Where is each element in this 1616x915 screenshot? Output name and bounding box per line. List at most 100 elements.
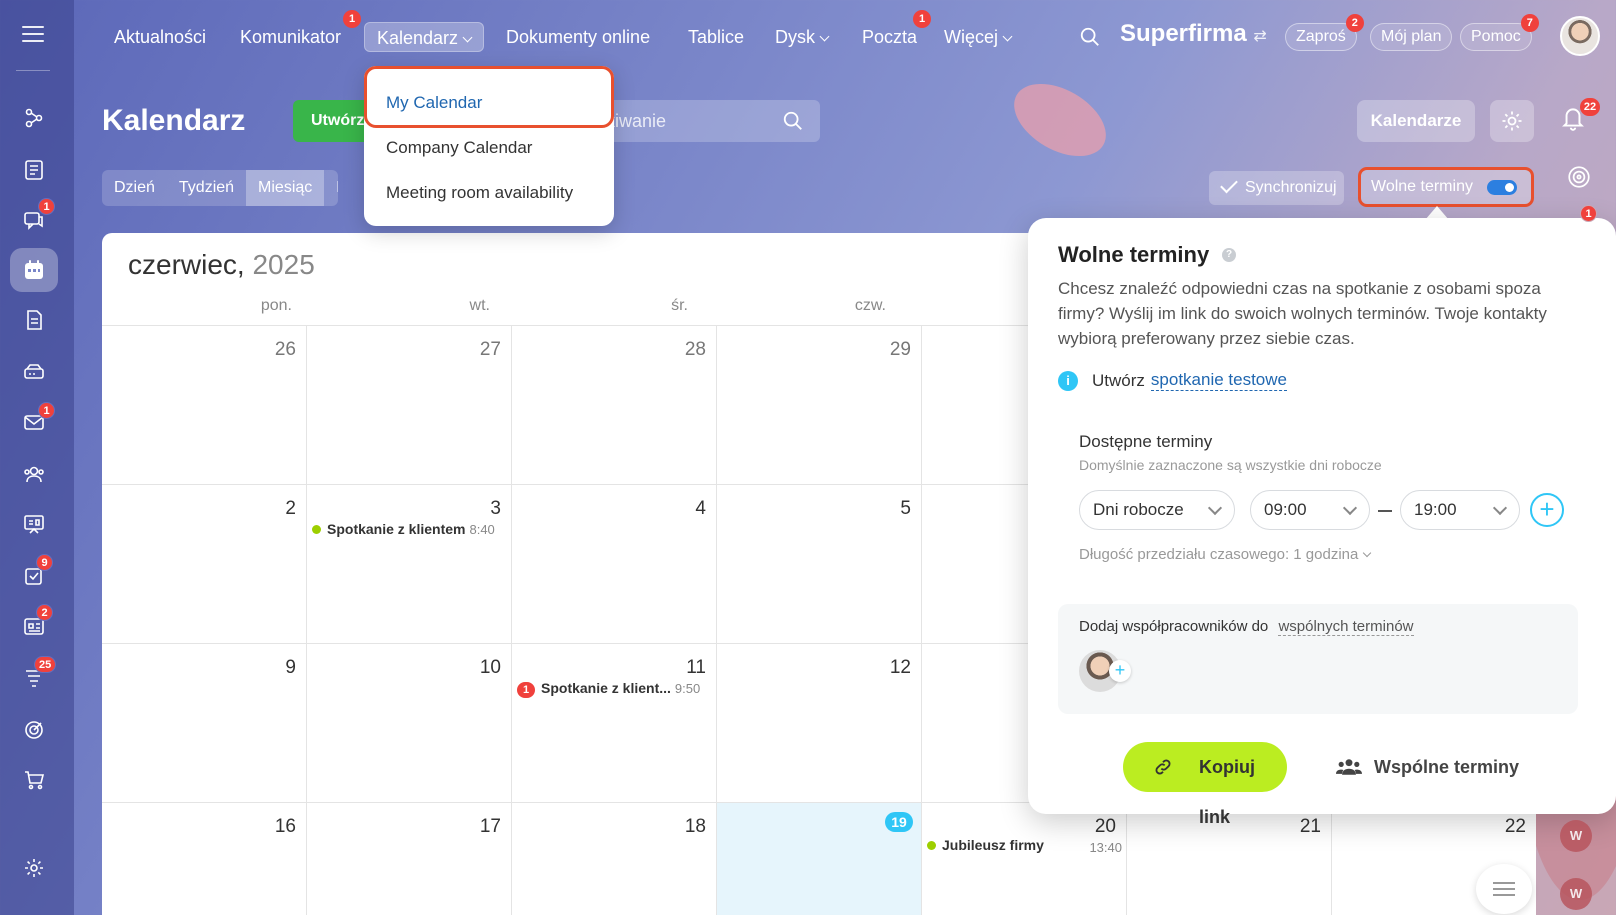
menu-item-my-calendar[interactable]: My Calendar [386, 93, 482, 113]
day-number[interactable]: 4 [666, 498, 706, 520]
list-line [1493, 888, 1515, 890]
crm-badge: 25 [34, 656, 57, 673]
day-number[interactable]: 3 [461, 498, 501, 520]
from-time-select[interactable]: 09:00 [1250, 490, 1370, 530]
to-time-select[interactable]: 19:00 [1400, 490, 1520, 530]
sidebar-item-settings[interactable] [10, 846, 58, 890]
create-button[interactable]: Utwórz [293, 100, 373, 142]
nav-aktualnosci[interactable]: Aktualności [102, 22, 218, 52]
nav-tablice[interactable]: Tablice [676, 22, 756, 52]
days-select[interactable]: Dni robocze [1079, 490, 1235, 530]
sidebar-item-shop[interactable] [10, 758, 58, 802]
day-number[interactable]: 20 [1076, 816, 1116, 838]
toggle-switch[interactable] [1487, 180, 1517, 195]
calendars-button[interactable]: Kalendarze [1357, 100, 1475, 142]
nav-dokumenty[interactable]: Dokumenty online [494, 22, 662, 52]
sidebar-item-goals[interactable] [10, 708, 58, 752]
sidebar-item-tasks[interactable]: 9 [10, 554, 58, 598]
search-input[interactable]: kiwanie [600, 100, 820, 142]
tab-day[interactable]: Dzień [102, 170, 167, 206]
range-separator [1378, 510, 1392, 512]
chat-bubble-avatar[interactable]: W [1560, 820, 1592, 852]
copy-link-button[interactable]: Kopiuj link [1123, 742, 1287, 827]
day-number[interactable]: 9 [256, 657, 296, 679]
sidebar-item-employees[interactable] [10, 452, 58, 496]
add-slot-button[interactable]: + [1530, 493, 1564, 527]
day-number[interactable]: 22 [1486, 816, 1526, 838]
info-prefix: Utwórz [1092, 370, 1145, 390]
chevron-down-icon [1002, 31, 1013, 42]
fingerprint-icon[interactable] [1566, 164, 1592, 190]
day-number[interactable]: 16 [256, 816, 296, 838]
chat-bubble-avatar[interactable]: W [1560, 878, 1592, 910]
sidebar-item-crm[interactable]: 25 [10, 656, 58, 700]
day-number[interactable]: 17 [461, 816, 501, 838]
my-plan-button[interactable]: Mój plan [1370, 23, 1453, 51]
sidebar-item-feed[interactable] [10, 148, 58, 192]
day-number[interactable]: 10 [461, 657, 501, 679]
sidebar-item-chat[interactable]: 1 [10, 198, 58, 242]
duration-select[interactable]: Długość przedziału czasowego: 1 godzina [1079, 546, 1372, 563]
day-number[interactable]: 5 [871, 498, 911, 520]
tab-month[interactable]: Miesiąc [246, 170, 325, 206]
nav-wiecej[interactable]: Więcej [932, 22, 1023, 52]
nav-kalendarz[interactable]: Kalendarz [364, 22, 485, 52]
menu-item-meeting-room[interactable]: Meeting room availability [386, 183, 573, 203]
calendar-icon [25, 260, 43, 279]
brand-title[interactable]: Superfirma ⇄ [1120, 20, 1267, 48]
day-number[interactable]: 11 [666, 657, 706, 679]
feed-icon [25, 160, 43, 180]
calendar-event[interactable]: 1 Spotkanie z klient... 9:50 [517, 680, 700, 698]
shared-slots-button[interactable]: Wspólne terminy [1336, 742, 1519, 792]
duration-label: Długość przedziału czasowego: 1 godzina [1079, 546, 1359, 563]
day-number[interactable]: 2 [256, 498, 296, 520]
day-number[interactable]: 26 [256, 339, 296, 361]
user-avatar[interactable] [1560, 16, 1600, 56]
day-number[interactable]: 21 [1281, 816, 1321, 838]
day-number[interactable]: 28 [666, 339, 706, 361]
sync-label: Synchronizuj [1245, 179, 1337, 196]
shared-slots-link[interactable]: wspólnych terminów [1278, 618, 1414, 636]
menu-item-company-calendar[interactable]: Company Calendar [386, 138, 532, 158]
link-icon [1155, 759, 1171, 775]
sync-button[interactable]: Synchronizuj [1209, 171, 1344, 205]
calendar-event[interactable]: Jubileusz firmy [927, 837, 1044, 853]
day-number[interactable]: 29 [871, 339, 911, 361]
sidebar-item-mail[interactable]: 1 [10, 400, 58, 444]
nav-label: Kalendarz [377, 28, 459, 48]
calendar-event[interactable]: Spotkanie z klientem 8:40 [312, 521, 495, 537]
cart-icon [25, 771, 45, 790]
help-button[interactable]: Pomoc 7 [1460, 14, 1539, 51]
sidebar-item-documents[interactable] [10, 298, 58, 342]
tab-schedule[interactable]: Har [324, 170, 338, 206]
list-button[interactable] [1476, 864, 1532, 914]
flow-icon [25, 108, 43, 128]
day-number[interactable]: 12 [871, 657, 911, 679]
help-label: Pomoc [1471, 28, 1521, 45]
day-number[interactable]: 18 [666, 816, 706, 838]
today-badge[interactable]: 19 [885, 812, 913, 832]
help-icon[interactable]: ? [1222, 248, 1236, 262]
sidebar-item-flow[interactable] [10, 96, 58, 140]
invite-button[interactable]: Zaproś 2 [1285, 14, 1364, 51]
sidebar-item-calendar[interactable] [10, 248, 58, 292]
settings-button[interactable] [1490, 100, 1534, 142]
add-colleague-button[interactable]: + [1109, 660, 1131, 682]
free-slots-toggle[interactable]: Wolne terminy [1358, 167, 1534, 207]
people-icon [24, 466, 44, 483]
search-icon[interactable] [1079, 26, 1101, 48]
day-number[interactable]: 27 [461, 339, 501, 361]
sidebar-item-drive[interactable] [10, 350, 58, 394]
chevron-down-icon [1363, 548, 1372, 558]
sidebar-item-news[interactable]: 2 [10, 604, 58, 648]
group-icon [1336, 759, 1362, 775]
tab-week[interactable]: Tydzień [167, 170, 246, 206]
nav-komunikator[interactable]: Komunikator 1 [228, 10, 362, 52]
nav-dysk[interactable]: Dysk [763, 22, 840, 52]
nav-label: Komunikator [240, 27, 342, 47]
menu-icon[interactable] [22, 26, 44, 47]
info-row: i Utwórz spotkanie testowe [1058, 370, 1287, 391]
sidebar-item-presentation[interactable] [10, 502, 58, 546]
nav-poczta[interactable]: Poczta 1 [850, 10, 932, 52]
test-meeting-link[interactable]: spotkanie testowe [1150, 370, 1287, 391]
